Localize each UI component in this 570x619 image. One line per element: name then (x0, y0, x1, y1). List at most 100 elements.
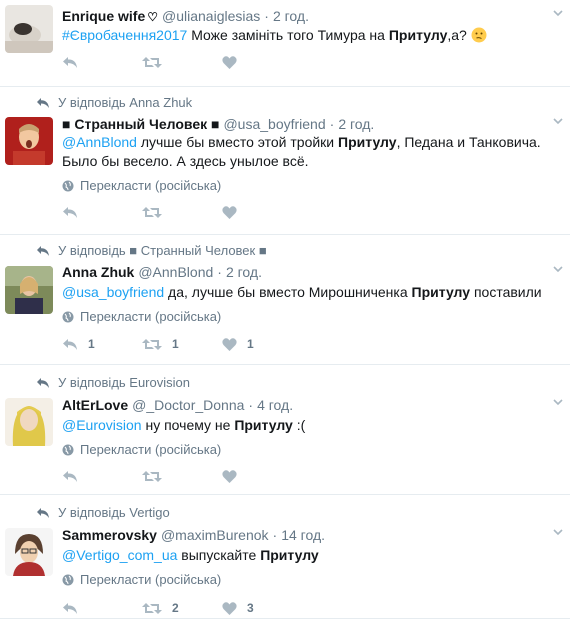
like-button[interactable] (222, 470, 247, 483)
tweet-header: Anna Zhuk @AnnBlond · 2 год. (62, 264, 262, 280)
avatar[interactable] (5, 528, 53, 576)
tweet-text: @Eurovision ну почему не Притулу :( (62, 416, 552, 435)
translate-link[interactable]: Перекласти (російська) (62, 572, 221, 587)
reply-button[interactable] (62, 602, 142, 615)
translate-link[interactable]: Перекласти (російська) (62, 442, 221, 457)
heart-icon (222, 470, 237, 483)
heart-icon (222, 206, 237, 219)
avatar[interactable] (5, 266, 53, 314)
text-segment: поставили (470, 284, 542, 300)
reply-context[interactable]: У відповідь Eurovision (36, 375, 190, 390)
chevron-down-icon[interactable] (553, 529, 563, 536)
chevron-down-icon[interactable] (553, 118, 563, 125)
tweet-feed: Enrique wife ♡ @ulianaiglesias · 2 год. … (0, 0, 570, 619)
tweet-header: Enrique wife ♡ @ulianaiglesias · 2 год. (62, 8, 309, 24)
mention-link[interactable]: @Eurovision (62, 417, 142, 433)
chevron-down-icon[interactable] (553, 399, 563, 406)
avatar-image (5, 398, 53, 446)
separator-dot: · (217, 264, 222, 280)
heart-icon (222, 56, 237, 69)
author-name[interactable]: ■ Странный Человек ■ (62, 116, 219, 132)
timestamp[interactable]: 2 год. (338, 116, 374, 132)
author-handle[interactable]: @usa_boyfriend (223, 116, 325, 132)
retweet-button[interactable] (142, 470, 222, 483)
reply-button[interactable] (62, 56, 142, 69)
separator-dot: · (272, 527, 278, 543)
like-count: 1 (247, 337, 254, 351)
chevron-down-icon[interactable] (553, 10, 563, 17)
tweet-header: ■ Странный Человек ■ @usa_boyfriend · 2 … (62, 116, 374, 132)
like-count: 3 (247, 601, 254, 615)
reply-button[interactable] (62, 206, 142, 219)
retweet-count: 1 (172, 337, 179, 351)
separator-dot: · (329, 116, 335, 132)
retweet-button[interactable] (142, 56, 222, 69)
bold-text: Притулу (234, 417, 293, 433)
globe-icon (62, 311, 74, 322)
reply-context[interactable]: У відповідь Vertigo (36, 505, 170, 520)
retweet-icon (142, 471, 162, 482)
translate-label: Перекласти (російська) (80, 442, 222, 457)
avatar-image (5, 528, 53, 576)
author-handle[interactable]: @_Doctor_Donna (132, 397, 244, 413)
text-segment: лучше бы вместо этой тройки (136, 134, 339, 150)
tweet[interactable]: У відповідь ■ Странный Человек ■ Anna Zh… (0, 234, 570, 365)
bold-text: Притулу (411, 284, 471, 300)
author-name[interactable]: AltErLove (62, 397, 128, 413)
like-button[interactable]: 1 (222, 337, 254, 351)
author-name[interactable]: Enrique wife (62, 8, 145, 24)
retweet-button[interactable]: 2 (142, 601, 222, 615)
translate-link[interactable]: Перекласти (російська) (62, 309, 221, 324)
like-button[interactable]: 3 (222, 601, 254, 615)
avatar-image (5, 266, 53, 314)
like-button[interactable] (222, 56, 247, 69)
chevron-down-icon[interactable] (553, 266, 563, 273)
translate-label: Перекласти (російська) (80, 309, 222, 324)
author-name[interactable]: Anna Zhuk (62, 264, 134, 280)
text-segment: ну почему не (141, 417, 235, 433)
avatar[interactable] (5, 117, 53, 165)
mention-link[interactable]: @usa_boyfriend (62, 284, 164, 300)
reply-arrow-icon (37, 507, 49, 518)
text-segment: да, лучше бы вместо Мирошниченка (164, 284, 412, 300)
reply-button[interactable]: 1 (62, 337, 142, 351)
translate-label: Перекласти (російська) (80, 178, 222, 193)
tweet[interactable]: Enrique wife ♡ @ulianaiglesias · 2 год. … (0, 0, 570, 87)
like-button[interactable] (222, 206, 247, 219)
text-segment: :( (292, 417, 306, 433)
separator-dot: · (248, 397, 254, 413)
retweet-button[interactable] (142, 206, 222, 219)
author-handle[interactable]: @ulianaiglesias (162, 8, 260, 24)
globe-icon (62, 444, 74, 455)
translate-label: Перекласти (російська) (80, 572, 222, 587)
mention-link[interactable]: @Vertigo_com_ua (62, 547, 177, 563)
text-segment: выпускайте (177, 547, 261, 563)
avatar[interactable] (5, 398, 53, 446)
reply-button[interactable] (62, 470, 142, 483)
tweet-header: Sammerovsky @maximBurenok · 14 год. (62, 527, 325, 543)
tweet[interactable]: У відповідь Anna Zhuk ■ Странный Человек… (0, 86, 570, 235)
mention-link[interactable]: @AnnBlond (62, 134, 137, 150)
timestamp[interactable]: 2 год. (226, 264, 262, 280)
author-name[interactable]: Sammerovsky (62, 527, 157, 543)
tweet-text: @usa_boyfriend да, лучше бы вместо Мирош… (62, 283, 552, 302)
tweet-text: #Євробачення2017 Може замініть того Тиму… (62, 26, 552, 45)
tweet[interactable]: У відповідь Eurovision AltErLove @_Docto… (0, 364, 570, 495)
retweet-icon (142, 207, 162, 218)
reply-icon (63, 57, 77, 68)
translate-link[interactable]: Перекласти (російська) (62, 178, 221, 193)
tweet-actions: 2 3 (62, 601, 254, 615)
timestamp[interactable]: 4 год. (257, 397, 293, 413)
heart-icon (222, 337, 237, 351)
author-handle[interactable]: @AnnBlond (138, 264, 213, 280)
hashtag-link[interactable]: #Євробачення2017 (62, 27, 187, 43)
reply-context[interactable]: У відповідь Anna Zhuk (36, 95, 192, 110)
tweet[interactable]: У відповідь Vertigo Sammerovsky @maximBu… (0, 494, 570, 619)
timestamp[interactable]: 2 год. (273, 8, 309, 24)
reply-context[interactable]: У відповідь ■ Странный Человек ■ (36, 243, 267, 258)
avatar[interactable] (5, 5, 53, 53)
timestamp[interactable]: 14 год. (281, 527, 325, 543)
reply-to-label: У відповідь Eurovision (58, 375, 190, 390)
author-handle[interactable]: @maximBurenok (161, 527, 269, 543)
retweet-button[interactable]: 1 (142, 337, 222, 351)
